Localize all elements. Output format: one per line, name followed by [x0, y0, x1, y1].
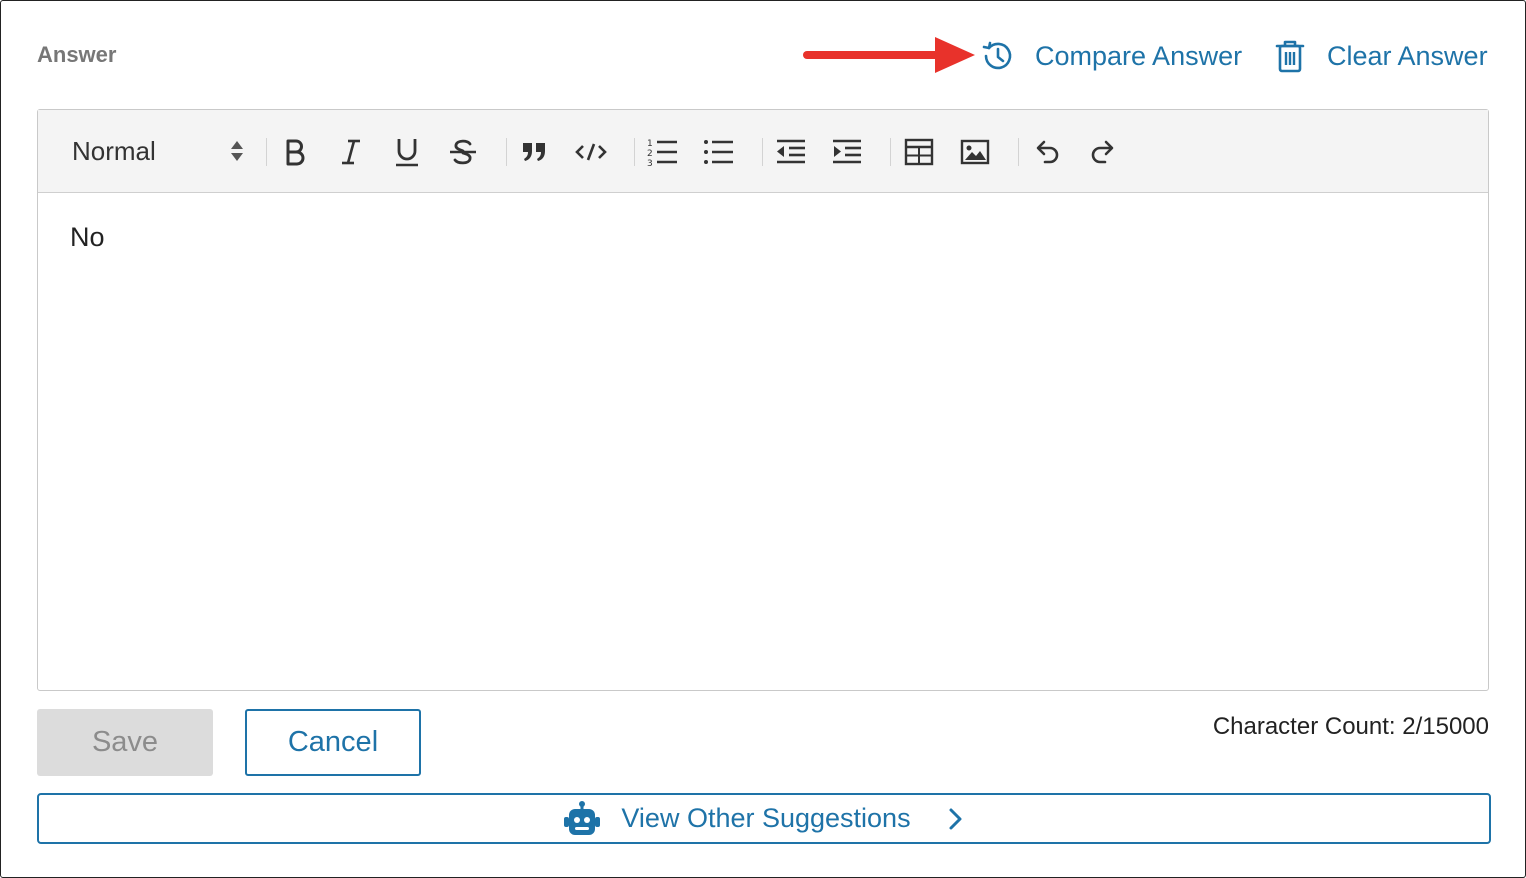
- redo-icon: [1091, 140, 1114, 164]
- rich-text-editor: Normal 1 2 3 No: [37, 109, 1489, 691]
- toolbar-divider: [506, 138, 507, 166]
- save-button[interactable]: Save: [37, 709, 213, 776]
- annotation-arrow: [803, 37, 975, 73]
- ordered-list-button[interactable]: 1 2 3: [646, 135, 680, 169]
- image-icon: [960, 139, 990, 165]
- svg-text:1: 1: [647, 139, 653, 149]
- history-icon: [982, 41, 1012, 70]
- bullet-list-icon: [704, 140, 733, 164]
- italic-button[interactable]: [334, 135, 368, 169]
- bullet-list-button[interactable]: [702, 135, 736, 169]
- redo-button[interactable]: [1086, 135, 1120, 169]
- clear-answer-button[interactable]: Clear Answer: [1273, 39, 1488, 73]
- table-button[interactable]: [902, 135, 936, 169]
- svg-text:3: 3: [647, 159, 653, 167]
- toolbar-divider: [1018, 138, 1019, 166]
- answer-heading: Answer: [37, 42, 117, 67]
- indent-button[interactable]: [830, 135, 864, 169]
- view-other-suggestions-button[interactable]: View Other Suggestions: [37, 793, 1491, 844]
- quote-icon: [523, 143, 545, 161]
- strikethrough-button[interactable]: [446, 135, 480, 169]
- code-icon: [575, 143, 607, 161]
- editor-toolbar: Normal 1 2 3: [38, 110, 1488, 193]
- character-count: Character Count: 2/15000: [1212, 713, 1489, 740]
- outdent-button[interactable]: [774, 135, 808, 169]
- ordered-list-icon: 1 2 3: [647, 139, 677, 167]
- editor-content[interactable]: No: [70, 222, 105, 253]
- italic-icon: [342, 139, 360, 165]
- outdent-icon: [777, 139, 805, 164]
- view-other-suggestions-label: View Other Suggestions: [621, 803, 911, 833]
- toolbar-divider: [762, 138, 763, 166]
- undo-button[interactable]: [1030, 135, 1064, 169]
- strikethrough-icon: [450, 139, 476, 165]
- image-button[interactable]: [958, 135, 992, 169]
- cancel-button[interactable]: Cancel: [245, 709, 421, 776]
- toolbar-divider: [266, 138, 267, 166]
- toolbar-divider: [890, 138, 891, 166]
- underline-button[interactable]: [390, 135, 424, 169]
- underline-icon: [396, 139, 418, 167]
- svg-text:2: 2: [647, 149, 653, 159]
- format-select[interactable]: Normal: [72, 132, 243, 170]
- chevron-right-icon: [949, 808, 962, 829]
- format-select-value: Normal: [72, 135, 156, 166]
- blockquote-button[interactable]: [518, 135, 552, 169]
- compare-answer-label: Compare Answer: [1035, 40, 1243, 71]
- robot-icon: [564, 800, 601, 835]
- updown-icon: [231, 141, 243, 161]
- bold-button[interactable]: [278, 135, 312, 169]
- undo-icon: [1036, 140, 1059, 164]
- indent-icon: [833, 139, 861, 164]
- table-icon: [904, 138, 934, 166]
- code-button[interactable]: [574, 135, 608, 169]
- bold-icon: [286, 139, 305, 166]
- toolbar-divider: [634, 138, 635, 166]
- answer-panel: Answer Compare Answer Clear Answer Norma…: [0, 0, 1526, 878]
- compare-answer-button[interactable]: Compare Answer: [981, 39, 1242, 73]
- clear-answer-label: Clear Answer: [1327, 40, 1488, 71]
- trash-icon: [1275, 40, 1305, 73]
